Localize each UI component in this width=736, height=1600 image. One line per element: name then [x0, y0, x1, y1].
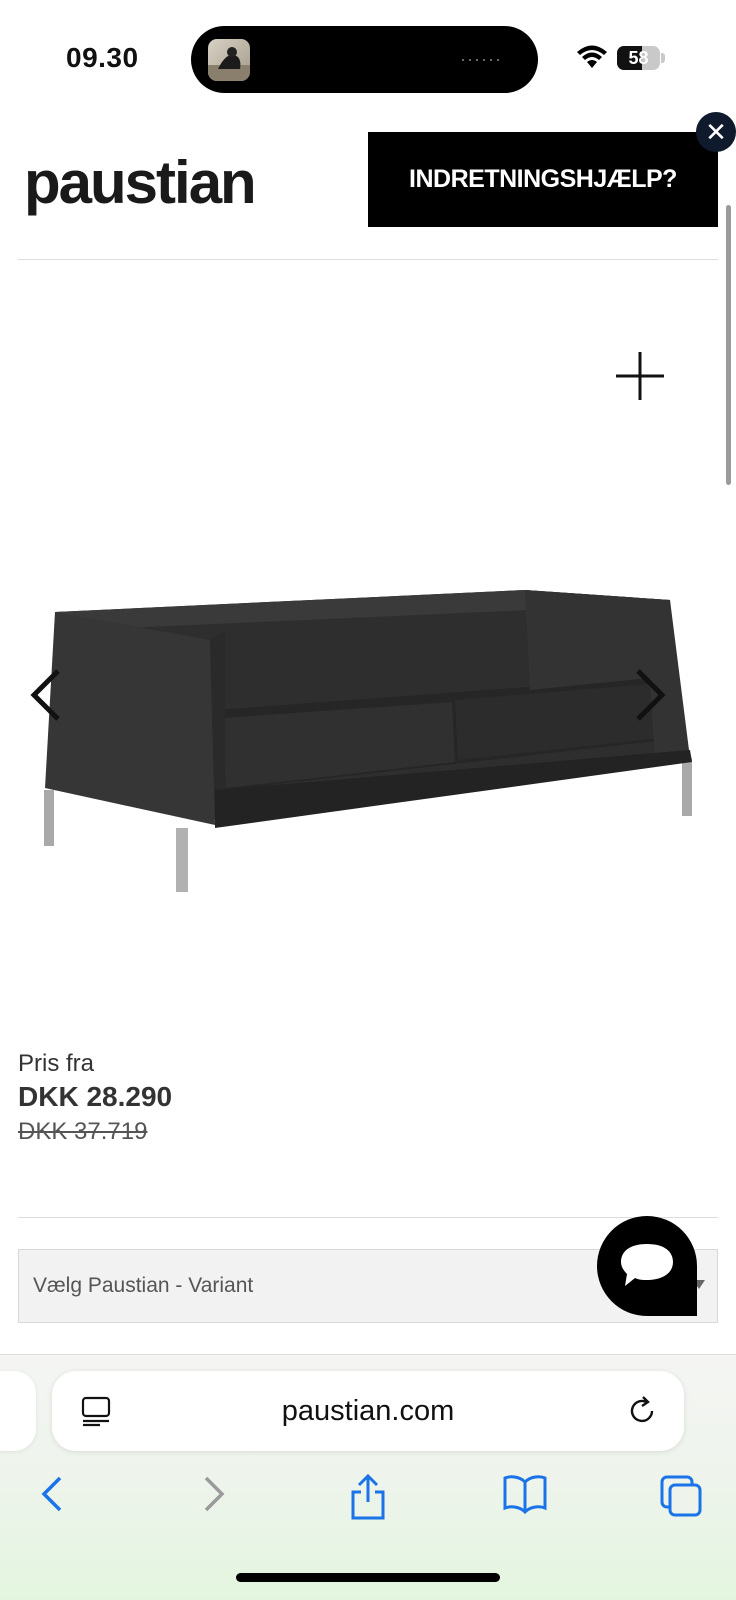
bookmarks-icon[interactable]	[502, 1474, 548, 1519]
now-playing-thumbnail	[208, 39, 250, 81]
header-divider	[18, 259, 718, 260]
chevron-left-icon[interactable]	[24, 665, 68, 725]
current-price: DKK 28.290	[18, 1081, 173, 1112]
design-help-button[interactable]: INDRETNINGSHJÆLP?	[368, 132, 718, 227]
wifi-icon	[576, 44, 608, 75]
home-indicator[interactable]	[236, 1573, 500, 1582]
dynamic-island[interactable]: ······	[191, 26, 538, 93]
url-text[interactable]: paustian.com	[52, 1395, 684, 1428]
plus-icon[interactable]	[612, 348, 668, 404]
variant-select-placeholder: Vælg Paustian - Variant	[33, 1274, 254, 1297]
tabs-icon[interactable]	[659, 1474, 703, 1523]
previous-tab-peek[interactable]	[0, 1371, 36, 1451]
chevron-right-icon[interactable]	[628, 665, 672, 725]
site-logo[interactable]: paustian	[24, 148, 257, 217]
price-label: Pris fra	[18, 1050, 95, 1077]
forward-icon[interactable]	[198, 1474, 228, 1519]
original-price: DKK 37.719	[18, 1118, 148, 1145]
close-icon[interactable]: ✕	[696, 112, 736, 152]
battery-level: 58	[628, 48, 649, 68]
reload-icon[interactable]	[626, 1395, 658, 1432]
island-dots: ······	[460, 49, 502, 69]
status-time: 09.30	[66, 42, 139, 73]
address-bar[interactable]: paustian.com	[52, 1371, 684, 1451]
battery-cap	[661, 53, 665, 63]
share-icon[interactable]	[348, 1473, 388, 1525]
back-icon[interactable]	[38, 1474, 68, 1519]
chat-bubble-icon[interactable]	[597, 1216, 697, 1316]
battery-icon: 58	[617, 46, 660, 70]
